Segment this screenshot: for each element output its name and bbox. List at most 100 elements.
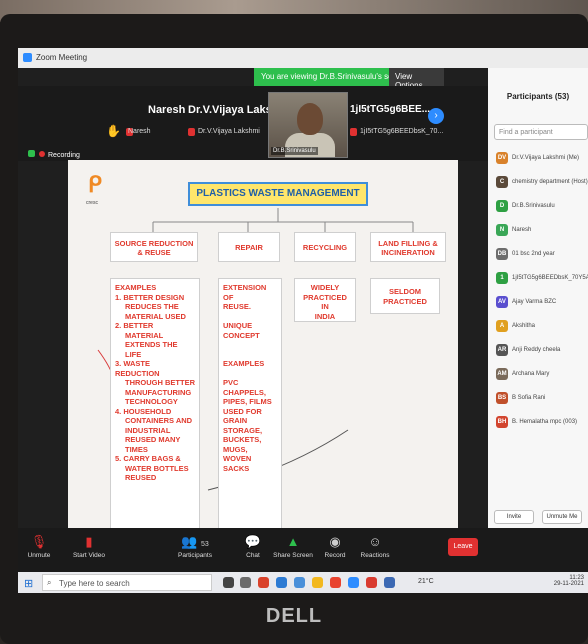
col2-line: CONCEPT: [223, 330, 260, 340]
participant-name: Dr.B.Srinivasulu: [512, 203, 555, 209]
file-explorer-icon[interactable]: [312, 577, 323, 588]
invite-button[interactable]: Invite: [494, 510, 534, 524]
participant-row[interactable]: DV Dr.V.Vijaya Lakshmi (Me): [494, 148, 588, 172]
col4-line: SELDOM: [388, 287, 422, 296]
participant-name: 1jI5tTG5g6BEEDbsK_70Y5AAA: [512, 275, 588, 281]
col1-line: INDUSTRIAL: [125, 425, 171, 435]
edge-icon[interactable]: [276, 577, 287, 588]
col1-line: EXTENDS THE LIFE: [125, 340, 178, 359]
next-page-button[interactable]: ›: [428, 108, 444, 124]
zoom-taskbar-icon[interactable]: [348, 577, 359, 588]
participant-search-input[interactable]: Find a participant: [494, 124, 588, 140]
taskbar-search-input[interactable]: ⌕ Type here to search: [42, 574, 212, 591]
view-options-button[interactable]: View Options ⌄: [389, 68, 444, 90]
col2-line: EXTENSION OF: [223, 283, 267, 302]
participant-name: Naresh: [512, 227, 532, 233]
participant-name: Dr.V.Vijaya Lakshmi (Me): [512, 155, 580, 161]
participant-row[interactable]: AR Anji Reddy cheela: [494, 340, 588, 364]
col2-line: REUSE.: [223, 302, 251, 311]
active-speaker-video[interactable]: Dr.B.Srinivasulu: [268, 92, 348, 158]
participants-button[interactable]: 👥 53 Participants: [170, 534, 220, 559]
header-recycling: RECYCLING: [294, 232, 356, 262]
header-repair: REPAIR: [218, 232, 280, 262]
tile-name: 1jI5tTG5g6BEE...: [350, 104, 431, 115]
col1-line: REDUCES THE: [125, 302, 179, 311]
banner-text: You are viewing Dr.B.Srinivasulu's scree…: [261, 72, 409, 81]
tile-sub-label: Naresh: [128, 128, 151, 135]
record-label: Record: [324, 552, 346, 559]
reactions-label: Reactions: [360, 552, 390, 559]
search-icon: ⌕: [47, 578, 52, 587]
col3-line: WIDELY: [310, 283, 340, 292]
participant-row[interactable]: AV Ajay Varma BZC: [494, 292, 588, 316]
col2-line: [223, 350, 277, 360]
clock-date: 29-11-2021: [553, 581, 584, 587]
reactions-button[interactable]: ☺ Reactions: [350, 534, 400, 559]
col1-line: 3. WASTE REDUCTION: [115, 359, 160, 378]
participant-row[interactable]: Cchemistry department (Host): [494, 172, 588, 196]
cortana-icon[interactable]: [223, 577, 234, 588]
system-clock[interactable]: 11:23 29-11-2021: [554, 575, 584, 587]
col2-line: BUCKETS,: [223, 435, 262, 444]
tile-vijaya[interactable]: Dr.V.Vijaya Laks... Dr.V.Vijaya Lakshmi: [178, 90, 281, 152]
tile-sub-label: Dr.V.Vijaya Lakshmi: [198, 128, 260, 135]
video-person-face: [297, 103, 323, 135]
avatar: BH: [496, 416, 508, 428]
participant-name: chemistry department (Host): [512, 179, 588, 185]
participant-name: Anji Reddy cheela: [512, 347, 561, 353]
start-video-button[interactable]: ▮ Start Video: [64, 534, 114, 559]
tile-sub-label: 1jI5tTG5g6BEEDbsK_70...: [360, 128, 444, 135]
task-view-icon[interactable]: [240, 577, 251, 588]
participant-row[interactable]: BS B Sofia Rani: [494, 388, 588, 412]
panel-buttons: Invite Unmute Me: [494, 510, 588, 526]
participant-row[interactable]: AM Archana Mary: [494, 364, 588, 388]
avatar: DB: [496, 248, 508, 260]
word-icon[interactable]: [384, 577, 395, 588]
col3-line: INDIA: [314, 311, 336, 321]
avatar: N: [496, 224, 508, 236]
col1-line: THROUGH BETTER: [125, 378, 195, 387]
participant-row[interactable]: DB 01 bsc 2nd year: [494, 244, 588, 268]
leave-button[interactable]: Leave: [448, 538, 478, 556]
chrome-icon[interactable]: [258, 577, 269, 588]
unmute-button[interactable]: 🎙 Unmute: [18, 534, 64, 559]
avatar: 1: [496, 272, 508, 284]
participants-label: Participants: [178, 552, 212, 559]
col2-line: [223, 340, 277, 350]
meeting-toolbar: 🎙 Unmute ▮ Start Video 👥 53 Participants 💬 C…: [18, 528, 588, 572]
mic-muted-icon: [350, 128, 357, 136]
col2-line: SACKS: [223, 463, 250, 473]
window-titlebar: Zoom Meeting: [18, 48, 588, 68]
avatar: BS: [496, 392, 508, 404]
app-icon[interactable]: [330, 577, 341, 588]
participant-list: DV Dr.V.Vijaya Lakshmi (Me) Cchemistry dep…: [494, 148, 588, 436]
participant-row[interactable]: BH B. Hemalatha mpc (003): [494, 412, 588, 436]
zoom-app-icon: [23, 53, 32, 62]
avatar: AM: [496, 368, 508, 380]
avatar: AR: [496, 344, 508, 356]
col1-line: WATER BOTTLES: [125, 463, 189, 473]
unmute-me-button[interactable]: Unmute Me: [542, 510, 582, 524]
shield-icon: [28, 150, 35, 157]
col1-line: 4. HOUSEHOLD: [115, 406, 172, 416]
pdf-icon[interactable]: [366, 577, 377, 588]
col1-line: EXAMPLES: [115, 283, 157, 292]
land-filling-details: SELDOM PRACTICED: [370, 278, 440, 314]
participants-title: Participants (53): [506, 92, 570, 101]
start-video-label: Start Video: [72, 552, 106, 559]
participant-row[interactable]: N Naresh: [494, 220, 588, 244]
windows-start-icon[interactable]: ⊞: [24, 577, 33, 590]
record-dot-icon: [39, 151, 45, 157]
col1-line: 1. BETTER DESIGN: [115, 292, 185, 302]
participant-row[interactable]: A Akshitha: [494, 316, 588, 340]
video-off-icon: ▮: [85, 534, 93, 549]
participant-row[interactable]: D Dr.B.Srinivasulu: [494, 196, 588, 220]
col1-line: 2. BETTER: [115, 321, 154, 330]
mic-muted-icon: [188, 128, 195, 136]
store-icon[interactable]: [294, 577, 305, 588]
windows-taskbar: ⊞ ⌕ Type here to search 21°C 11:23 29-11…: [18, 572, 588, 593]
col2-line: PIPES, FILMS: [223, 397, 272, 406]
participant-row[interactable]: 1 1jI5tTG5g6BEEDbsK_70Y5AAA: [494, 268, 588, 292]
window-title: Zoom Meeting: [36, 53, 88, 62]
laptop-screen: Zoom Meeting You are viewing Dr.B.Sriniv…: [18, 48, 588, 593]
